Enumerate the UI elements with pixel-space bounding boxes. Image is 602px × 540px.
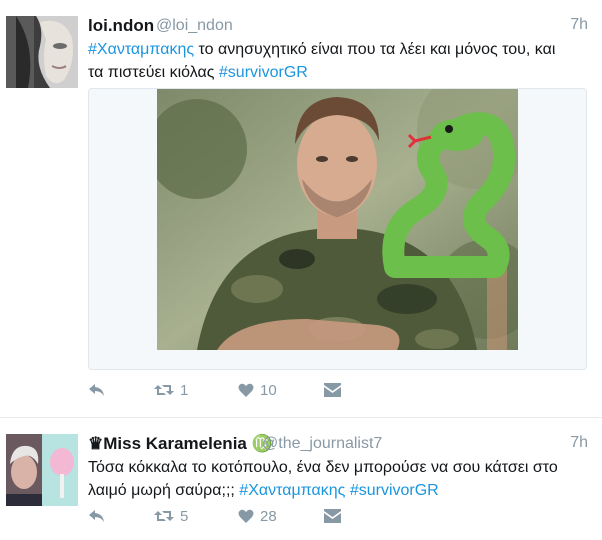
reply-button[interactable] (88, 504, 106, 528)
tweet-text: #Χανταμπακης το ανησυχητικό είναι που τα… (88, 38, 598, 84)
avatar-image (6, 16, 78, 88)
hashtag-link[interactable]: #survivorGR (219, 64, 308, 81)
tweet[interactable]: loi.ndon @loi_ndon 7h #Χανταμπακης το αν… (0, 0, 602, 410)
avatar-image (6, 434, 78, 506)
tweet-text-segment: Τόσα κόκκαλα το κοτόπουλο, ένα δεν μπορο… (88, 459, 558, 476)
like-button[interactable]: 28 (238, 504, 277, 528)
like-count: 10 (260, 381, 277, 399)
retweet-count: 5 (180, 507, 189, 525)
heart-icon (238, 509, 254, 523)
reply-button[interactable] (88, 378, 106, 402)
tweet-text-segment: τα πιστεύει κιόλας (88, 64, 219, 81)
user-handle[interactable]: @the_journalist7 (262, 435, 382, 453)
like-count: 28 (260, 507, 277, 525)
heart-icon (238, 383, 254, 397)
avatar[interactable] (6, 16, 78, 88)
tweet-actions: 1 10 (88, 378, 388, 402)
display-name[interactable]: loi.ndon (88, 16, 154, 36)
timestamp[interactable]: 7h (570, 16, 588, 34)
tweet-photo[interactable] (157, 89, 518, 350)
reply-icon (89, 384, 104, 396)
media-card[interactable] (88, 88, 587, 370)
tweet-text-segment: λαιμό μωρή σαύρα;;; (88, 482, 240, 499)
timestamp[interactable]: 7h (570, 434, 588, 452)
direct-message-button[interactable] (324, 504, 341, 528)
retweet-count: 1 (180, 381, 189, 399)
avatar[interactable] (6, 434, 78, 506)
retweet-icon (154, 511, 174, 521)
retweet-button[interactable]: 1 (154, 378, 188, 402)
hashtag-link[interactable]: #Χανταμπακης (239, 482, 345, 499)
display-name[interactable]: ♛Miss Karamelenia ♍ (88, 434, 273, 454)
tweet-text: Τόσα κόκκαλα το κοτόπουλο, ένα δεν μπορο… (88, 456, 598, 502)
tweet-text-segment: το ανησυχητικό είναι που τα λέει και μόν… (194, 41, 556, 58)
retweet-icon (154, 385, 174, 395)
tweet-actions: 5 28 (88, 504, 388, 528)
like-button[interactable]: 10 (238, 378, 277, 402)
hashtag-link[interactable]: #Χανταμπακης (88, 41, 194, 58)
envelope-icon (324, 509, 341, 523)
hashtag-link[interactable]: #survivorGR (350, 482, 439, 499)
direct-message-button[interactable] (324, 378, 341, 402)
envelope-icon (324, 383, 341, 397)
retweet-button[interactable]: 5 (154, 504, 188, 528)
photo-image (157, 89, 518, 350)
tweet[interactable]: ♛Miss Karamelenia ♍ @the_journalist7 7h … (0, 418, 602, 540)
reply-icon (89, 510, 104, 522)
user-handle[interactable]: @loi_ndon (156, 17, 233, 35)
